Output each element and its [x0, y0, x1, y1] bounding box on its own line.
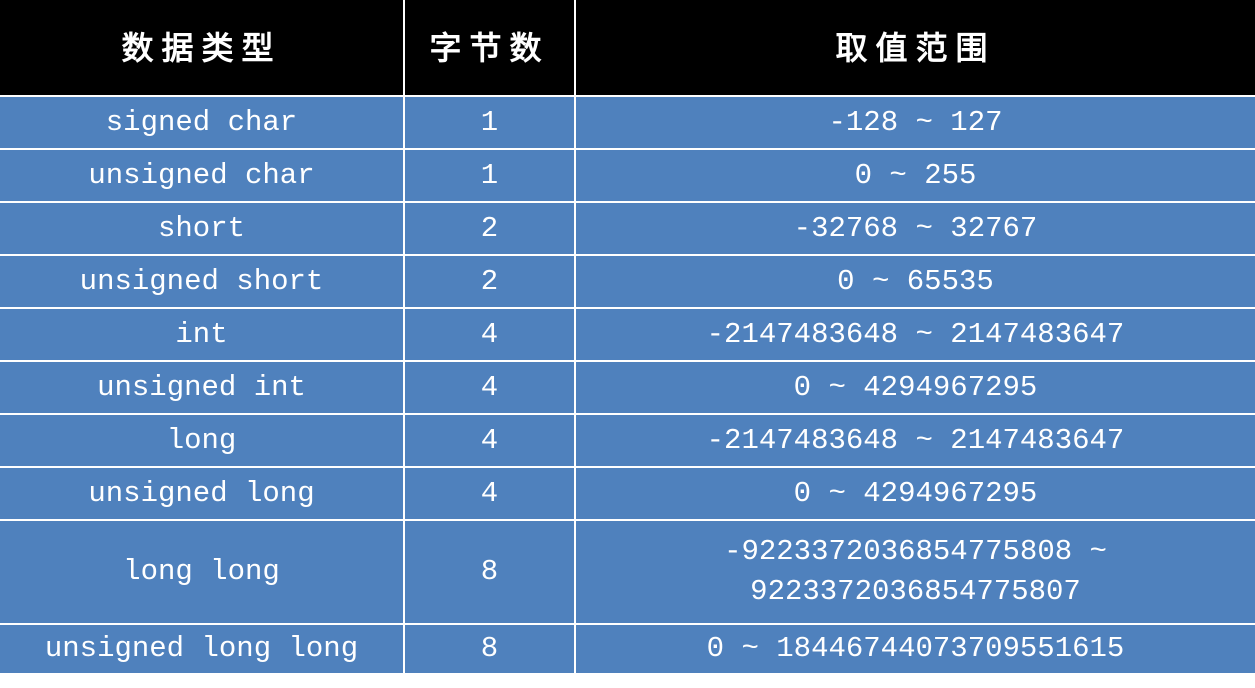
- header-range: 取值范围: [576, 0, 1255, 95]
- cell-bytes: 8: [405, 625, 574, 673]
- cell-bytes: 2: [405, 256, 574, 307]
- cell-bytes: 2: [405, 203, 574, 254]
- cell-range: 0 ~ 4294967295: [576, 468, 1255, 519]
- cell-range: -128 ~ 127: [576, 97, 1255, 148]
- cell-type: unsigned long long: [0, 625, 403, 673]
- cell-type: short: [0, 203, 403, 254]
- cell-range: -9223372036854775808 ~ 92233720368547758…: [576, 521, 1255, 623]
- cell-bytes: 4: [405, 468, 574, 519]
- cell-range: 0 ~ 18446744073709551615: [576, 625, 1255, 673]
- cell-bytes: 1: [405, 97, 574, 148]
- cell-type: unsigned long: [0, 468, 403, 519]
- cell-bytes: 1: [405, 150, 574, 201]
- cell-type: unsigned int: [0, 362, 403, 413]
- cell-type: long long: [0, 521, 403, 623]
- cell-range: -32768 ~ 32767: [576, 203, 1255, 254]
- cell-type: signed char: [0, 97, 403, 148]
- cell-range: 0 ~ 65535: [576, 256, 1255, 307]
- cell-range: -2147483648 ~ 2147483647: [576, 309, 1255, 360]
- cell-range: 0 ~ 255: [576, 150, 1255, 201]
- header-type: 数据类型: [0, 0, 403, 95]
- cell-bytes: 8: [405, 521, 574, 623]
- cell-range: -2147483648 ~ 2147483647: [576, 415, 1255, 466]
- data-type-table: 数据类型 字节数 取值范围 signed char 1 -128 ~ 127 unsigne…: [0, 0, 1255, 673]
- cell-bytes: 4: [405, 309, 574, 360]
- cell-range: 0 ~ 4294967295: [576, 362, 1255, 413]
- cell-bytes: 4: [405, 362, 574, 413]
- cell-type: unsigned short: [0, 256, 403, 307]
- cell-bytes: 4: [405, 415, 574, 466]
- header-bytes: 字节数: [405, 0, 574, 95]
- cell-type: int: [0, 309, 403, 360]
- cell-type: long: [0, 415, 403, 466]
- cell-type: unsigned char: [0, 150, 403, 201]
